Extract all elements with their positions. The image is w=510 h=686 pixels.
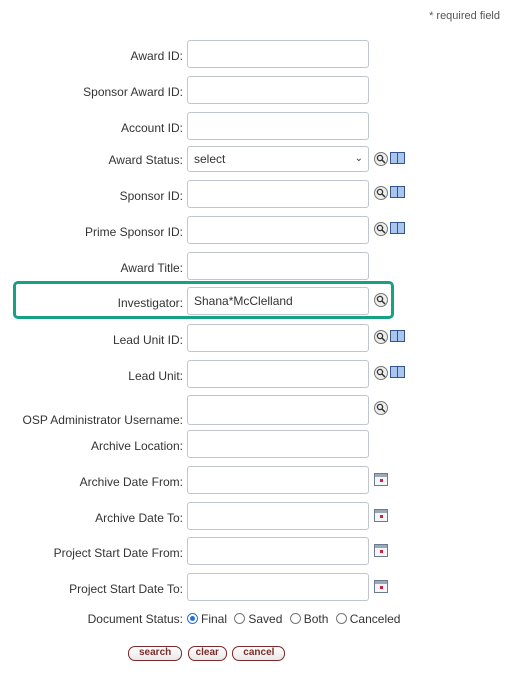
magnifier-icon[interactable]	[374, 330, 388, 344]
award-id-label: Award ID:	[130, 49, 183, 63]
calendar-icon[interactable]	[374, 509, 388, 522]
archive-location-row: Archive Location:	[0, 430, 510, 460]
clear-button[interactable]: clear	[187, 646, 227, 661]
magnifier-icon[interactable]	[374, 222, 388, 236]
magnifier-icon[interactable]	[374, 152, 388, 166]
archive-date-to-input[interactable]	[187, 502, 369, 530]
project-start-to-row: Project Start Date To:	[0, 573, 510, 603]
archive-date-to-row: Archive Date To:	[0, 502, 510, 532]
lead-unit-id-input[interactable]	[187, 324, 369, 352]
prime-sponsor-id-input[interactable]	[187, 216, 369, 244]
sponsor-id-row: Sponsor ID:	[0, 180, 510, 210]
award-status-label: Award Status:	[108, 153, 183, 167]
calendar-icon[interactable]	[374, 580, 388, 593]
document-status-label: Document Status:	[87, 612, 183, 626]
action-buttons: search clear cancel	[128, 644, 287, 661]
document-status-radios: Final Saved Both Canceled	[187, 612, 404, 626]
archive-date-from-label: Archive Date From:	[79, 475, 183, 489]
magnifier-icon[interactable]	[374, 293, 388, 307]
project-start-to-label: Project Start Date To:	[69, 582, 183, 596]
lead-unit-label: Lead Unit:	[128, 369, 183, 383]
project-start-to-input[interactable]	[187, 573, 369, 601]
osp-admin-row: OSP Administrator Username:	[0, 395, 510, 427]
award-id-row: Award ID:	[0, 40, 510, 70]
radio-canceled[interactable]: Canceled	[335, 612, 400, 626]
archive-date-from-row: Archive Date From:	[0, 466, 510, 496]
account-id-label: Account ID:	[120, 121, 183, 135]
sponsor-award-id-input[interactable]	[187, 76, 369, 104]
required-field-note: * required field	[429, 10, 500, 22]
account-id-input[interactable]	[187, 112, 369, 140]
book-icon[interactable]	[390, 222, 405, 234]
award-title-input[interactable]	[187, 252, 369, 280]
lead-unit-row: Lead Unit:	[0, 360, 510, 390]
book-icon[interactable]	[390, 330, 405, 342]
sponsor-award-id-row: Sponsor Award ID:	[0, 76, 510, 106]
investigator-input[interactable]: Shana*McClelland	[187, 287, 369, 315]
book-icon[interactable]	[390, 152, 405, 164]
investigator-label: Investigator:	[117, 296, 183, 310]
radio-button[interactable]	[234, 613, 246, 624]
calendar-icon[interactable]	[374, 473, 388, 486]
prime-sponsor-id-row: Prime Sponsor ID:	[0, 216, 510, 246]
lead-unit-id-row: Lead Unit ID:	[0, 324, 510, 354]
award-id-input[interactable]	[187, 40, 369, 68]
archive-date-from-input[interactable]	[187, 466, 369, 494]
archive-location-label: Archive Location:	[90, 439, 183, 453]
account-id-row: Account ID:	[0, 112, 510, 142]
book-icon[interactable]	[390, 186, 405, 198]
osp-admin-label: OSP Administrator Username:	[22, 413, 183, 427]
radio-final[interactable]: Final	[187, 612, 227, 626]
archive-date-to-label: Archive Date To:	[95, 511, 183, 525]
osp-admin-input[interactable]	[187, 395, 369, 425]
award-status-value: select	[194, 152, 226, 166]
investigator-row: Investigator: Shana*McClelland	[0, 287, 510, 317]
calendar-icon[interactable]	[374, 544, 388, 557]
project-start-from-input[interactable]	[187, 537, 369, 565]
prime-sponsor-id-label: Prime Sponsor ID:	[84, 225, 183, 239]
lead-unit-input[interactable]	[187, 360, 369, 388]
chevron-down-icon: ⌄	[354, 153, 363, 164]
radio-button[interactable]	[335, 613, 347, 624]
sponsor-award-id-label: Sponsor Award ID:	[83, 85, 183, 99]
radio-button[interactable]	[187, 613, 198, 624]
radio-button[interactable]	[289, 613, 301, 624]
search-button[interactable]: search	[128, 646, 183, 661]
sponsor-id-input[interactable]	[187, 180, 369, 208]
project-start-from-label: Project Start Date From:	[53, 546, 183, 560]
project-start-from-row: Project Start Date From:	[0, 537, 510, 567]
archive-location-input[interactable]	[187, 430, 369, 458]
award-title-label: Award Title:	[120, 261, 183, 275]
book-icon[interactable]	[390, 366, 405, 378]
radio-saved[interactable]: Saved	[234, 612, 282, 626]
sponsor-id-label: Sponsor ID:	[119, 189, 183, 203]
radio-both[interactable]: Both	[289, 612, 328, 626]
lead-unit-id-label: Lead Unit ID:	[112, 333, 183, 347]
document-status-row: Document Status: Final Saved Both Cancel…	[0, 603, 510, 633]
magnifier-icon[interactable]	[374, 186, 388, 200]
award-status-row: Award Status: select ⌄	[0, 146, 510, 176]
magnifier-icon[interactable]	[374, 401, 388, 415]
cancel-button[interactable]: cancel	[232, 646, 286, 661]
award-title-row: Award Title:	[0, 252, 510, 282]
award-status-select[interactable]: select ⌄	[187, 146, 369, 172]
magnifier-icon[interactable]	[374, 366, 388, 380]
